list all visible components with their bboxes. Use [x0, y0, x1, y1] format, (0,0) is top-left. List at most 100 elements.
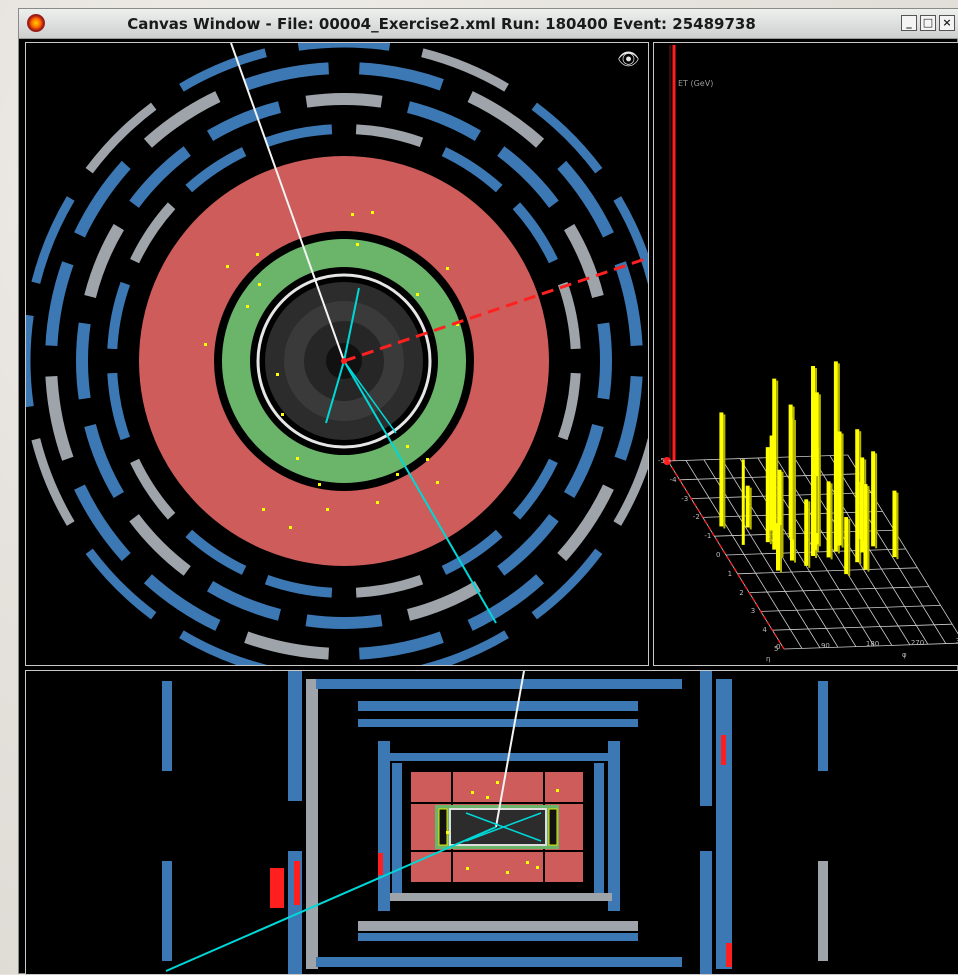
muon-chamber-rz — [162, 681, 172, 771]
energy-deposit — [226, 265, 229, 268]
maximize-button[interactable]: □ — [920, 15, 936, 31]
et-tower — [892, 490, 897, 558]
energy-deposit — [281, 413, 284, 416]
xy-view-panel[interactable]: 👁 — [25, 42, 649, 666]
et-tower — [812, 474, 817, 532]
window-title: Canvas Window - File: 00004_Exercise2.xm… — [127, 15, 756, 33]
muon-chamber — [358, 62, 444, 91]
et-tower — [844, 517, 849, 575]
energy-deposit — [486, 796, 489, 799]
energy-deposit — [466, 867, 469, 870]
et-tower — [826, 481, 831, 558]
muon-chamber — [26, 314, 34, 408]
et-tower — [837, 431, 842, 546]
muon-chamber — [497, 146, 559, 208]
muon-chamber — [358, 631, 444, 660]
close-button[interactable]: × — [939, 15, 955, 31]
muon-chamber — [297, 43, 391, 51]
energy-deposit — [276, 373, 279, 376]
energy-deposit — [416, 293, 419, 296]
energy-deposit — [446, 267, 449, 270]
muon-chamber — [264, 574, 333, 598]
et-tower — [855, 429, 860, 563]
muon-chamber — [614, 261, 643, 347]
muon-chamber — [185, 529, 247, 575]
energy-deposit — [351, 213, 354, 216]
muon-chamber — [557, 160, 614, 238]
muon-chamber — [143, 91, 221, 148]
muon-chamber — [531, 102, 603, 174]
energy-deposit — [256, 253, 259, 256]
muon-chamber-rz — [392, 763, 402, 893]
lego-plot-canvas[interactable] — [654, 43, 958, 665]
muon-chamber — [441, 529, 503, 575]
energy-deposit — [446, 831, 449, 834]
eta-tick-label: -5 — [658, 457, 665, 465]
muon-chamber-rz — [162, 861, 172, 961]
muon-chamber — [614, 375, 643, 461]
muon-chamber — [206, 101, 282, 142]
muon-chamber — [512, 458, 558, 520]
muon-chamber — [129, 514, 191, 576]
et-tower — [788, 404, 793, 538]
muon-chamber — [130, 458, 176, 520]
energy-deposit — [296, 457, 299, 460]
phi-tick-label: 90 — [820, 641, 830, 650]
window-titlebar[interactable]: Canvas Window - File: 00004_Exercise2.xm… — [19, 9, 958, 39]
vertex-marker — [341, 358, 347, 364]
muon-chamber — [76, 322, 91, 400]
lego-plot-panel[interactable]: ET (GeV) -5-4-3-2-1012345 090180270360 φ… — [653, 42, 958, 666]
energy-deposit — [371, 211, 374, 214]
muon-chamber — [45, 261, 74, 347]
muon-chamber — [557, 372, 581, 441]
et-tower — [833, 361, 838, 552]
energy-deposit — [436, 481, 439, 484]
eta-tick-label: -3 — [681, 494, 689, 503]
muon-chamber — [557, 484, 614, 562]
muon-chamber — [497, 514, 559, 576]
minimize-button[interactable]: _ — [901, 15, 917, 31]
energy-deposit — [471, 791, 474, 794]
muon-chamber — [597, 322, 612, 400]
muon-chamber-rz — [358, 701, 638, 711]
muon-chamber-rz — [306, 679, 318, 969]
muon-chamber — [45, 375, 74, 461]
muon-chamber-rz — [594, 763, 604, 893]
rz-view-canvas[interactable] — [26, 671, 958, 974]
muon-chamber — [143, 574, 221, 631]
energy-deposit — [396, 473, 399, 476]
muon-chamber — [129, 146, 191, 208]
eta-tick-label: 2 — [739, 588, 744, 597]
et-axis-label: ET (GeV) — [678, 79, 714, 88]
muon-chamber — [74, 160, 131, 238]
xy-view-canvas[interactable] — [26, 43, 648, 665]
energy-deposit — [496, 781, 499, 784]
muon-chamber — [74, 484, 131, 562]
eye-icon[interactable]: 👁 — [617, 51, 640, 69]
muon-chamber-rz — [700, 851, 712, 974]
eta-tick-label: -2 — [692, 513, 700, 522]
energy-deposit — [326, 508, 329, 511]
et-tower — [775, 523, 780, 571]
muon-chamber — [305, 614, 383, 629]
et-tower — [769, 435, 773, 531]
eta-tick-label: -4 — [669, 475, 677, 484]
et-tower — [741, 459, 745, 545]
muon-chamber-rz — [716, 679, 732, 969]
et-tower — [719, 412, 724, 527]
rz-view-panel[interactable] — [25, 670, 958, 975]
et-tower — [804, 499, 809, 566]
muon-chamber — [85, 548, 157, 620]
muon-chamber — [355, 574, 424, 598]
muon-chamber — [441, 147, 503, 193]
muon-chamber-rz — [358, 719, 638, 727]
muon-chamber — [264, 124, 333, 148]
muon-chamber — [305, 93, 383, 108]
muon-chamber-rz — [608, 741, 620, 911]
muon-chamber-rz — [390, 893, 612, 901]
muon-chamber — [84, 223, 125, 299]
energy-deposit — [556, 789, 559, 792]
muon-hit-red-2 — [294, 861, 300, 905]
eta-tick-label: 3 — [750, 607, 756, 616]
muon-chamber — [406, 580, 482, 621]
